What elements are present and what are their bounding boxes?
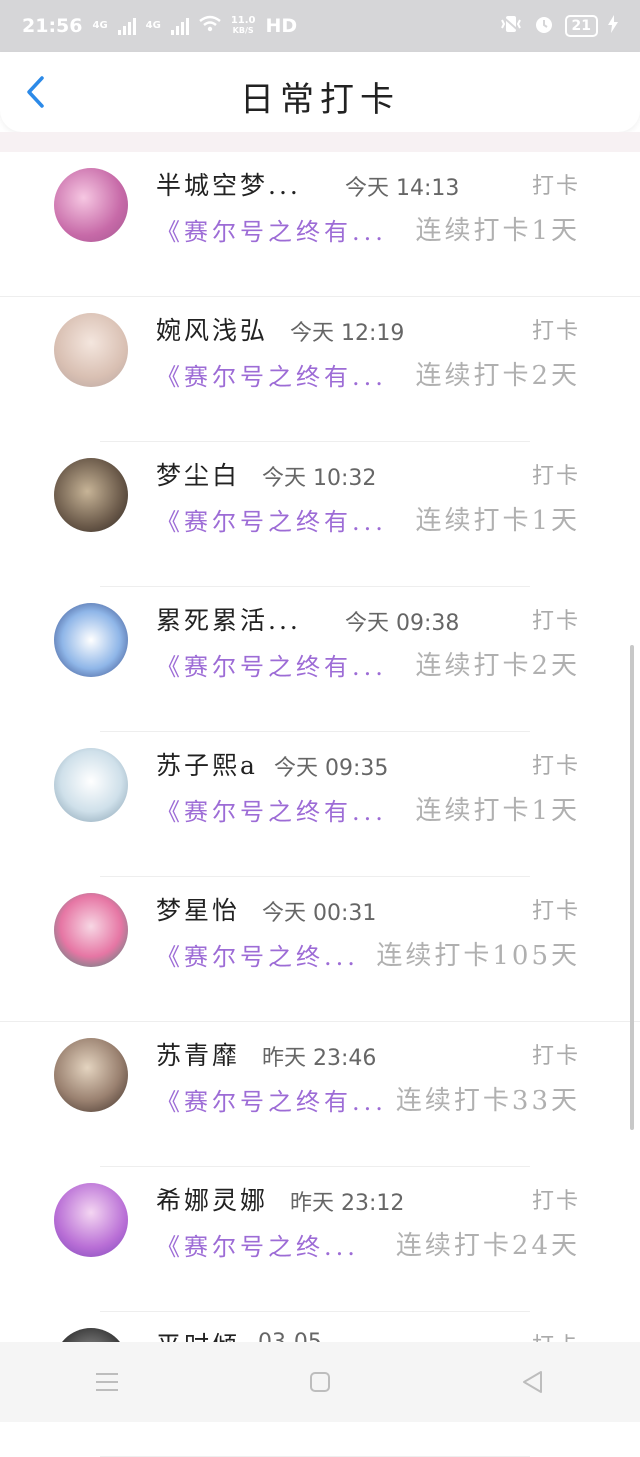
menu-icon <box>95 1373 118 1391</box>
book-title[interactable]: 《赛尔号之终有... <box>156 792 387 827</box>
checkin-time: 今天 00:31 <box>262 901 377 926</box>
book-title[interactable]: 《赛尔号之终有... <box>156 212 387 247</box>
checkin-time: 今天 09:38 <box>345 611 460 636</box>
checkin-row[interactable]: 梦星怡 今天 00:31 打卡 《赛尔号之终... 连续打卡105天 <box>0 877 640 1022</box>
checkin-row[interactable]: 累死累活... 今天 09:38 打卡 《赛尔号之终有... 连续打卡2天 <box>0 587 640 732</box>
book-title[interactable]: 《赛尔号之终有... <box>156 647 387 682</box>
user-name: 苏子熙a <box>156 751 258 780</box>
streak-text: 连续打卡2天 <box>415 361 580 391</box>
header-divider <box>0 132 640 152</box>
status-left: 21:56 4G 4G 11.0 KB/S HD <box>22 15 297 38</box>
wifi-icon <box>199 15 221 38</box>
triangle-back-icon <box>523 1371 543 1393</box>
avatar[interactable] <box>54 603 128 677</box>
user-name: 累死累活... <box>156 606 301 635</box>
checkin-label: 打卡 <box>531 174 580 199</box>
checkin-row[interactable]: 婉风浅弘 今天 12:19 打卡 《赛尔号之终有... 连续打卡2天 <box>0 297 640 442</box>
checkin-row[interactable]: 苏子熙a 今天 09:35 打卡 《赛尔号之终有... 连续打卡1天 <box>0 732 640 877</box>
user-name: 半城空梦... <box>156 171 301 200</box>
network-type-2: 4G <box>145 20 161 31</box>
streak-text: 连续打卡24天 <box>395 1231 580 1261</box>
net-speed-value: 11.0 <box>230 15 256 26</box>
checkin-list: 半城空梦... 今天 14:13 打卡 《赛尔号之终有... 连续打卡1天 婉风… <box>0 152 640 1457</box>
streak-text: 连续打卡2天 <box>415 651 580 681</box>
user-name: 梦星怡 <box>156 896 241 925</box>
book-title[interactable]: 《赛尔号之终有... <box>156 1082 387 1117</box>
user-name: 婉风浅弘 <box>156 316 269 345</box>
checkin-time: 今天 09:35 <box>274 756 389 781</box>
avatar[interactable] <box>54 313 128 387</box>
checkin-label: 打卡 <box>531 1044 580 1069</box>
user-name: 苏青靡 <box>156 1041 241 1070</box>
streak-text: 连续打卡1天 <box>415 506 580 536</box>
book-title[interactable]: 《赛尔号之终有... <box>156 357 387 392</box>
vibrate-icon <box>499 14 523 39</box>
charging-icon <box>608 14 618 38</box>
scrollbar[interactable] <box>630 645 634 1130</box>
battery-icon: 21 <box>564 15 598 37</box>
net-speed: 11.0 KB/S <box>231 16 256 36</box>
checkin-label: 打卡 <box>531 754 580 779</box>
menu-button[interactable] <box>77 1362 137 1402</box>
streak-text: 连续打卡33天 <box>395 1086 580 1116</box>
avatar[interactable] <box>54 1183 128 1257</box>
checkin-row[interactable]: 希娜灵娜 昨天 23:12 打卡 《赛尔号之终... 连续打卡24天 <box>0 1167 640 1312</box>
network-type-1: 4G <box>92 20 108 31</box>
streak-text: 连续打卡1天 <box>415 216 580 246</box>
checkin-label: 打卡 <box>531 319 580 344</box>
user-name: 希娜灵娜 <box>156 1186 269 1215</box>
checkin-label: 打卡 <box>531 609 580 634</box>
avatar[interactable] <box>54 1038 128 1112</box>
avatar[interactable] <box>54 893 128 967</box>
checkin-time: 今天 10:32 <box>262 466 377 491</box>
checkin-label: 打卡 <box>531 1189 580 1214</box>
streak-text: 连续打卡105天 <box>376 941 580 971</box>
book-title[interactable]: 《赛尔号之终... <box>156 1227 359 1262</box>
checkin-time: 今天 12:19 <box>290 321 405 346</box>
checkin-row[interactable]: 半城空梦... 今天 14:13 打卡 《赛尔号之终有... 连续打卡1天 <box>0 152 640 297</box>
streak-text: 连续打卡1天 <box>415 796 580 826</box>
checkin-time: 昨天 23:46 <box>262 1046 377 1071</box>
avatar[interactable] <box>54 168 128 242</box>
user-name: 梦尘白 <box>156 461 241 490</box>
status-right: 21 <box>499 13 618 40</box>
clock: 21:56 <box>22 15 83 37</box>
net-speed-unit: KB/S <box>232 26 254 35</box>
checkin-row[interactable]: 梦尘白 今天 10:32 打卡 《赛尔号之终有... 连续打卡1天 <box>0 442 640 587</box>
page-title: 日常打卡 <box>240 80 400 120</box>
book-title[interactable]: 《赛尔号之终有... <box>156 502 387 537</box>
signal-icon <box>117 17 136 35</box>
checkin-row[interactable]: 苏青靡 昨天 23:46 打卡 《赛尔号之终有... 连续打卡33天 <box>0 1022 640 1167</box>
home-button[interactable] <box>290 1362 350 1402</box>
book-title[interactable]: 《赛尔号之终... <box>156 937 359 972</box>
avatar[interactable] <box>54 458 128 532</box>
home-square-icon <box>309 1372 330 1392</box>
avatar[interactable] <box>54 748 128 822</box>
checkin-time: 今天 14:13 <box>345 176 460 201</box>
back-nav-button[interactable] <box>503 1362 563 1402</box>
system-nav-bar <box>0 1342 640 1422</box>
alarm-icon <box>533 13 555 40</box>
app-header: 日常打卡 <box>0 52 640 132</box>
checkin-label: 打卡 <box>531 899 580 924</box>
status-bar: 21:56 4G 4G 11.0 KB/S HD 21 <box>0 0 640 52</box>
checkin-label: 打卡 <box>531 464 580 489</box>
hd-badge: HD <box>265 15 298 37</box>
signal-icon-2 <box>170 17 189 35</box>
checkin-time: 昨天 23:12 <box>290 1191 405 1216</box>
